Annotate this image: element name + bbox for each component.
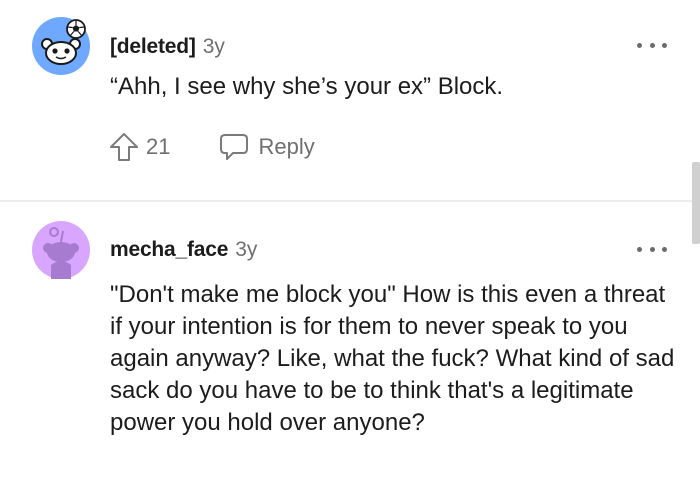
comment-age: 3y — [202, 35, 225, 58]
comment-age: 3y — [235, 238, 258, 261]
author-name[interactable]: [deleted] — [110, 35, 196, 58]
comment-body: “Ahh, I see why she’s your ex” Block. — [110, 73, 504, 100]
dot — [649, 42, 655, 48]
vote-count: 21 — [146, 134, 171, 159]
snoo-purple-avatar-icon[interactable] — [32, 221, 90, 279]
comment-body: "Don't make me block you" How is this ev… — [110, 281, 675, 436]
comment-actions: 21 Reply — [108, 130, 315, 164]
dot — [637, 42, 642, 48]
dot — [637, 246, 642, 252]
dot — [662, 246, 667, 252]
more-options-icon[interactable] — [637, 35, 667, 55]
snoo-soccer-avatar-icon[interactable] — [32, 17, 90, 75]
author-line: [deleted] 3y — [110, 34, 225, 60]
upvote-arrow-icon[interactable] — [108, 131, 140, 163]
comment-divider — [0, 200, 700, 202]
author-line: mecha_face 3y — [110, 237, 257, 263]
more-options-icon[interactable] — [637, 239, 667, 259]
dot — [649, 246, 655, 252]
reply-bubble-icon — [220, 134, 249, 160]
reply-button[interactable]: Reply — [218, 132, 315, 162]
dot — [662, 42, 667, 48]
upvote-button[interactable]: 21 — [108, 131, 170, 163]
comment: [deleted] 3y “Ahh, I see why she’s your e… — [0, 0, 700, 200]
comment: mecha_face 3y "Don't make me block you" H… — [0, 203, 700, 495]
scrollbar[interactable] — [692, 162, 700, 244]
reply-label: Reply — [258, 134, 315, 159]
author-name[interactable]: mecha_face — [110, 238, 228, 261]
